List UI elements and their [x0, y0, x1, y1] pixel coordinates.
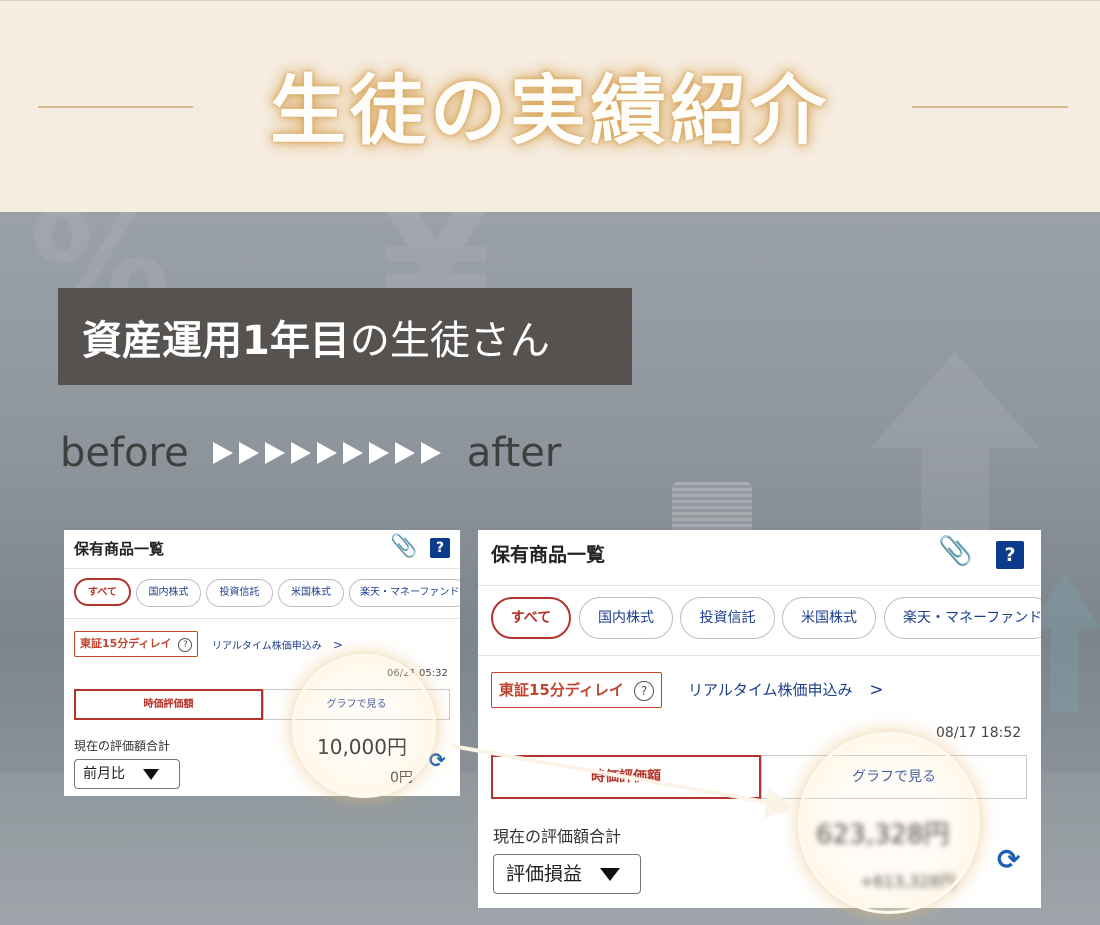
connector-arrow	[451, 744, 796, 818]
arrowhead-icon	[764, 788, 796, 818]
connector-line	[451, 744, 773, 805]
